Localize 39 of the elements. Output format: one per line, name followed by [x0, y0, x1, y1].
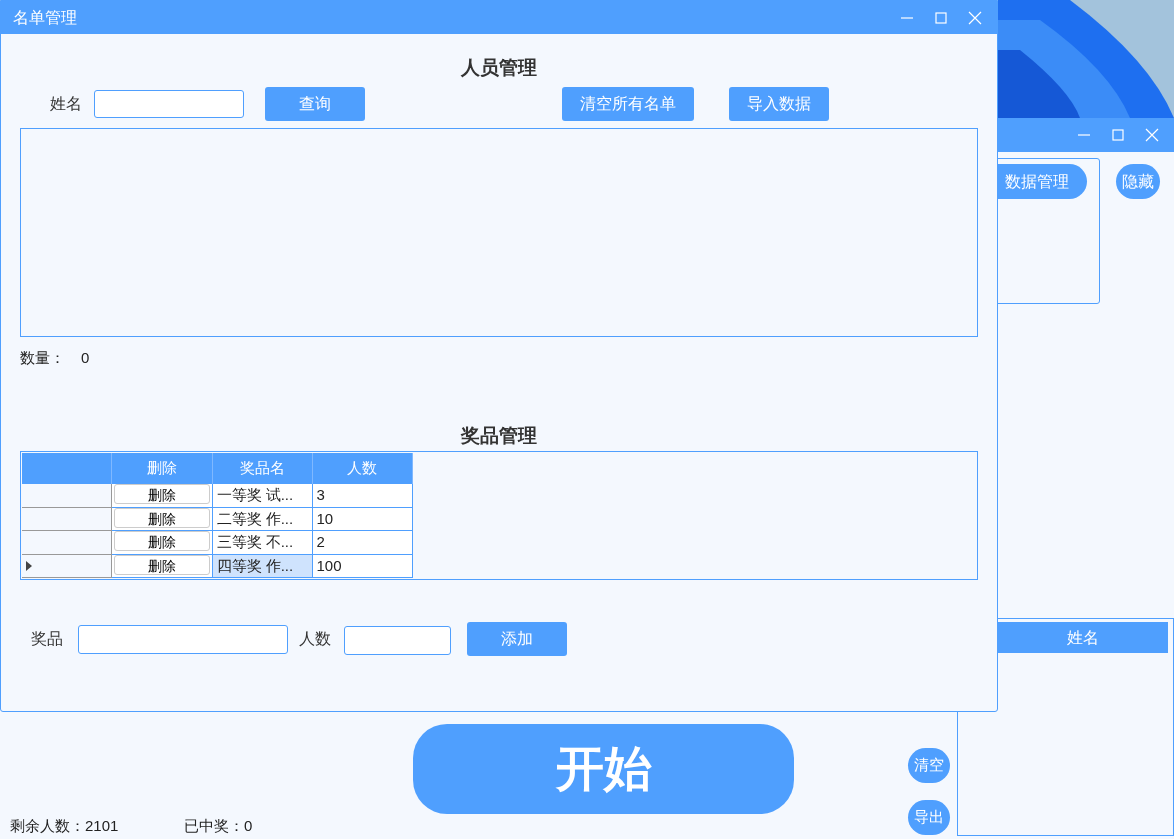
delete-button[interactable]: 删除 — [113, 554, 210, 575]
table-cell: 2 — [312, 530, 412, 554]
button[interactable]: 隐藏 — [1116, 164, 1160, 199]
clear-button[interactable]: 清空所有名单 — [562, 87, 694, 121]
input-field[interactable] — [94, 90, 244, 118]
delete-button[interactable]: 删除 — [113, 531, 210, 551]
section-title: 人员管理 — [460, 56, 538, 80]
table-cell: 四等奖 作... — [212, 554, 312, 578]
field-label: 人数 — [299, 629, 332, 649]
input-field[interactable] — [344, 626, 451, 655]
input-field[interactable] — [78, 624, 288, 654]
table-cell: 10 — [312, 507, 412, 531]
button[interactable]: 清空 — [908, 748, 950, 783]
count-label: 数量： — [20, 347, 65, 368]
column-header: 人数 — [312, 453, 412, 484]
search-button[interactable]: 查询 — [265, 87, 365, 121]
column-header: 姓名 — [998, 622, 1168, 653]
add-button[interactable]: 添加 — [467, 622, 567, 656]
delete-button[interactable]: 删除 — [113, 507, 210, 528]
field-label: 奖品 — [31, 629, 64, 649]
status-text: 已中奖：0 — [184, 816, 253, 836]
delete-button[interactable]: 删除 — [113, 484, 210, 504]
window-title: 名单管理 — [12, 7, 77, 28]
status-text: 剩余人数：2101 — [10, 816, 119, 836]
column-header: 奖品名 — [212, 453, 312, 484]
count-value: 0 — [81, 347, 90, 368]
column-header: 删除 — [111, 453, 212, 484]
button[interactable]: 导出 — [908, 800, 950, 835]
field-label: 姓名 — [50, 94, 83, 114]
button[interactable]: 数据管理 — [998, 164, 1087, 199]
section-title: 奖品管理 — [459, 424, 538, 448]
table-cell: 二等奖 作... — [212, 507, 312, 531]
import-button[interactable]: 导入数据 — [729, 87, 829, 121]
start-button[interactable]: 开始 — [413, 724, 794, 814]
table-cell: 3 — [312, 484, 412, 507]
row-pointer-icon — [26, 560, 32, 571]
table-cell: 三等奖 不... — [212, 530, 312, 554]
table-cell: 100 — [312, 554, 412, 578]
table-cell: 一等奖 试... — [212, 484, 312, 507]
